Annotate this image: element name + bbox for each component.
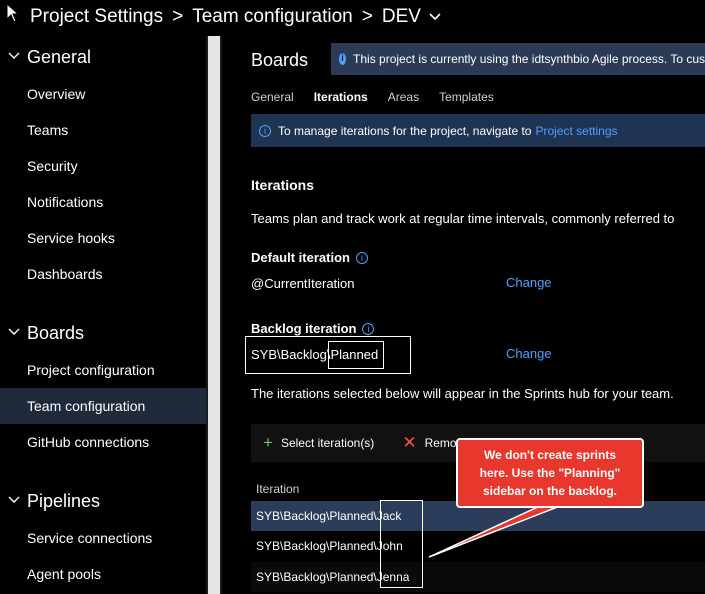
- select-iterations-button[interactable]: + Select iteration(s): [263, 433, 374, 453]
- sidebar-item-project-configuration[interactable]: Project configuration: [0, 352, 206, 388]
- iteration-path: SYB\Backlog\Planned\: [256, 539, 377, 553]
- default-iteration-title: Default iteration i: [251, 250, 368, 265]
- table-row[interactable]: SYB\Backlog\Planned\ Jenna: [251, 562, 705, 592]
- select-iterations-label: Select iteration(s): [280, 436, 375, 450]
- breadcrumb: Project Settings > Team configuration > …: [0, 0, 705, 34]
- breadcrumb-separator-icon: >: [172, 6, 184, 27]
- tab-bar: General Iterations Areas Templates: [251, 90, 514, 104]
- info-icon: i: [259, 124, 271, 137]
- sidebar-item-teams[interactable]: Teams: [0, 112, 206, 148]
- cursor-icon: [6, 3, 18, 23]
- breadcrumb-project[interactable]: Project Settings: [30, 6, 163, 28]
- sidebar-scrollbar-thumb[interactable]: [208, 36, 220, 594]
- tab-areas[interactable]: Areas: [388, 90, 419, 104]
- sidebar-item-overview[interactable]: Overview: [0, 76, 206, 112]
- sidebar-group-label: Pipelines: [27, 490, 101, 511]
- iteration-path: SYB\Backlog\Planned\: [256, 509, 377, 523]
- info-icon: i: [339, 53, 347, 65]
- close-icon: ✕: [402, 433, 417, 452]
- page-title: Boards: [251, 50, 309, 70]
- sidebar-item-dashboards[interactable]: Dashboards: [0, 256, 206, 292]
- sidebar-item-service-hooks[interactable]: Service hooks: [0, 220, 206, 256]
- annotation-callout: We don't create sprints here. Use the "P…: [456, 438, 644, 508]
- iterations-description: Teams plan and track work at regular tim…: [251, 211, 675, 226]
- breadcrumb-team[interactable]: DEV: [382, 6, 421, 28]
- sidebar-group-pipelines[interactable]: Pipelines: [0, 483, 206, 519]
- chevron-down-icon: [8, 52, 20, 59]
- banner-text: This project is currently using the idts…: [353, 52, 705, 66]
- sidebar-item-notifications[interactable]: Notifications: [0, 184, 206, 220]
- default-iteration-value: @CurrentIteration: [251, 276, 355, 291]
- sidebar-item-team-configuration[interactable]: Team configuration: [0, 388, 206, 424]
- breadcrumb-separator-icon: >: [361, 6, 373, 27]
- breadcrumb-section[interactable]: Team configuration: [192, 6, 353, 28]
- sidebar-group-label: Boards: [27, 322, 85, 343]
- sidebar-group-boards[interactable]: Boards: [0, 315, 206, 351]
- table-row[interactable]: SYB\Backlog\Planned\ John: [251, 531, 705, 561]
- backlog-iteration-suffix: Planned: [330, 347, 379, 362]
- tab-iterations[interactable]: Iterations: [314, 90, 368, 104]
- info-icon[interactable]: i: [362, 322, 375, 335]
- sidebar-group-label: General: [27, 46, 92, 67]
- callout-line: We don't create sprints: [484, 448, 616, 462]
- project-settings-link[interactable]: Project settings: [535, 124, 617, 138]
- backlog-iteration-title: Backlog iteration i: [251, 321, 375, 336]
- banner-text: To manage iterations for the project, na…: [278, 123, 532, 138]
- sidebar: General Overview Teams Security Notifica…: [0, 36, 206, 594]
- info-icon[interactable]: i: [355, 251, 368, 264]
- chevron-down-icon[interactable]: [428, 12, 442, 22]
- annotation-box: [380, 500, 423, 588]
- callout-line: here. Use the "Planning": [479, 466, 621, 480]
- callout-line: sidebar on the backlog.: [482, 484, 618, 498]
- backlog-iteration-value: SYB\Backlog\Planned: [251, 347, 378, 362]
- sidebar-group-general[interactable]: General: [0, 39, 206, 75]
- tab-general[interactable]: General: [251, 90, 294, 104]
- process-info-banner: i This project is currently using the id…: [331, 43, 705, 75]
- sidebar-item-security[interactable]: Security: [0, 148, 206, 184]
- iterations-title: Iterations: [251, 177, 315, 193]
- change-default-iteration-link[interactable]: Change: [506, 275, 552, 290]
- sprints-note: The iterations selected below will appea…: [251, 386, 674, 401]
- backlog-iteration-label: Backlog iteration: [251, 321, 357, 336]
- change-backlog-iteration-link[interactable]: Change: [506, 346, 552, 361]
- iteration-path: SYB\Backlog\Planned\: [256, 570, 377, 584]
- tab-templates[interactable]: Templates: [439, 90, 494, 104]
- manage-iterations-banner: i To manage iterations for the project, …: [251, 114, 705, 147]
- plus-icon: +: [263, 433, 273, 452]
- default-iteration-label: Default iteration: [251, 250, 350, 265]
- sidebar-item-service-connections[interactable]: Service connections: [0, 520, 206, 556]
- table-column-header[interactable]: Iteration: [256, 482, 299, 496]
- sidebar-item-github-connections[interactable]: GitHub connections: [0, 424, 206, 460]
- chevron-down-icon: [8, 496, 20, 503]
- sidebar-item-agent-pools[interactable]: Agent pools: [0, 556, 206, 592]
- backlog-iteration-prefix: SYB\Backlog\: [251, 347, 331, 362]
- chevron-down-icon: [8, 328, 20, 335]
